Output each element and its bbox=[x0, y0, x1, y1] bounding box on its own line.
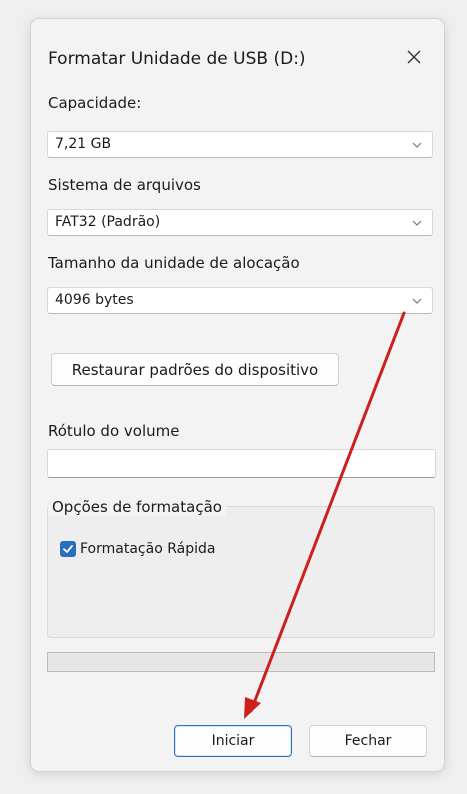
close-dialog-button[interactable]: Fechar bbox=[309, 725, 427, 757]
close-icon bbox=[407, 50, 421, 64]
volume-label-input[interactable] bbox=[47, 449, 436, 478]
allocation-label: Tamanho da unidade de alocação bbox=[48, 254, 300, 272]
chevron-down-icon bbox=[412, 298, 422, 304]
start-button-label: Iniciar bbox=[211, 733, 255, 749]
allocation-value: 4096 bytes bbox=[55, 292, 134, 308]
restore-defaults-label: Restaurar padrões do dispositivo bbox=[71, 360, 319, 379]
file-system-select[interactable]: FAT32 (Padrão) bbox=[47, 209, 433, 236]
format-dialog: Formatar Unidade de USB (D:) Capacidade:… bbox=[30, 18, 445, 772]
capacity-select[interactable]: 7,21 GB bbox=[47, 131, 433, 158]
capacity-label: Capacidade: bbox=[48, 94, 142, 112]
allocation-select[interactable]: 4096 bytes bbox=[47, 287, 433, 314]
checkmark-icon bbox=[63, 545, 73, 553]
dialog-title: Formatar Unidade de USB (D:) bbox=[48, 49, 306, 69]
chevron-down-icon bbox=[412, 220, 422, 226]
format-options-group bbox=[47, 506, 435, 638]
checkbox-box[interactable] bbox=[60, 541, 76, 557]
file-system-value: FAT32 (Padrão) bbox=[55, 214, 161, 230]
format-progress-bar bbox=[47, 652, 435, 672]
file-system-label: Sistema de arquivos bbox=[48, 176, 201, 194]
quick-format-label: Formatação Rápida bbox=[80, 541, 216, 557]
volume-label-caption: Rótulo do volume bbox=[48, 422, 180, 440]
close-button[interactable] bbox=[400, 43, 428, 71]
restore-defaults-button[interactable]: Restaurar padrões do dispositivo bbox=[51, 353, 339, 386]
chevron-down-icon bbox=[412, 142, 422, 148]
capacity-value: 7,21 GB bbox=[55, 136, 112, 152]
format-options-legend: Opções de formatação bbox=[48, 498, 226, 516]
quick-format-checkbox[interactable]: Formatação Rápida bbox=[60, 541, 215, 557]
start-button[interactable]: Iniciar bbox=[174, 725, 292, 757]
screenshot-stage: Formatar Unidade de USB (D:) Capacidade:… bbox=[0, 0, 467, 794]
close-dialog-button-label: Fechar bbox=[344, 733, 392, 749]
